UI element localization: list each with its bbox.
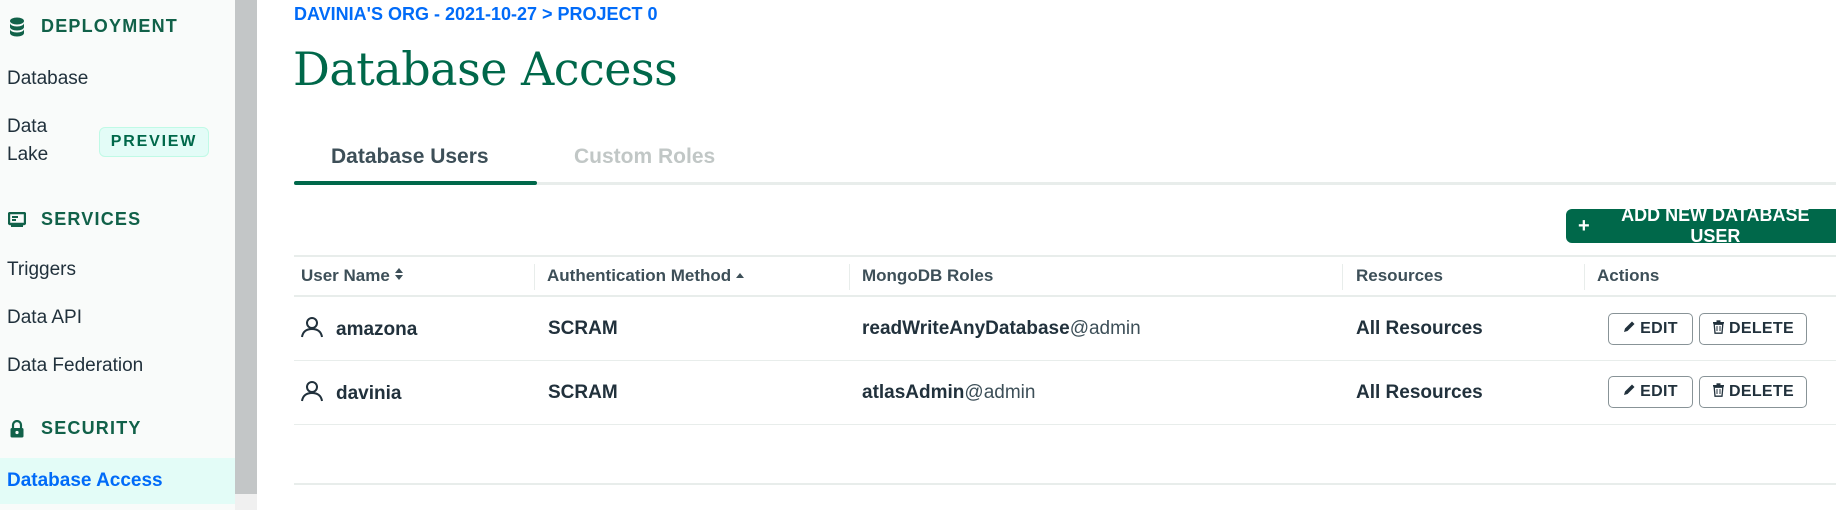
security-section-header: SECURITY: [7, 418, 142, 439]
mongodb-role: readWriteAnyDatabase @admin: [862, 318, 1141, 340]
header-auth-method[interactable]: Authentication Method: [547, 266, 745, 286]
page-title: Database Access: [293, 42, 678, 96]
column-divider: [1342, 264, 1343, 290]
deployment-label: DEPLOYMENT: [41, 16, 179, 36]
header-mongodb-roles: MongoDB Roles: [862, 266, 994, 285]
data-lake-line1: Data: [7, 116, 48, 137]
auth-method: SCRAM: [548, 318, 618, 340]
role-name: readWriteAnyDatabase: [862, 318, 1070, 339]
active-tab-indicator: [294, 181, 537, 185]
sort-ascending-icon: [735, 266, 745, 286]
database-icon: [7, 17, 27, 37]
sidebar-item-database-access[interactable]: Database Access: [0, 458, 235, 504]
row-divider: [294, 424, 1836, 425]
user-icon: [300, 380, 324, 408]
breadcrumb[interactable]: DAVINIA'S ORG - 2021-10-27 > PROJECT 0: [294, 4, 658, 25]
delete-button[interactable]: DELETE: [1699, 313, 1807, 345]
column-divider: [1584, 264, 1585, 290]
header-auth-method-label: Authentication Method: [547, 266, 732, 285]
header-resources: Resources: [1356, 266, 1443, 285]
resources-value: All Resources: [1356, 318, 1483, 339]
add-button-label: ADD NEW DATABASE USER: [1621, 205, 1810, 246]
pencil-icon: [1623, 383, 1636, 401]
delete-label: DELETE: [1729, 320, 1794, 337]
sidebar-item-data-federation[interactable]: Data Federation: [7, 355, 143, 377]
header-user-name[interactable]: User Name: [301, 266, 404, 286]
deployment-section-header: DEPLOYMENT: [7, 16, 178, 37]
trash-icon: [1712, 382, 1725, 402]
resources: All Resources: [1356, 318, 1483, 340]
sidebar-item-triggers[interactable]: Triggers: [7, 259, 76, 281]
data-lake-line2: Lake: [7, 144, 49, 165]
role-name: atlasAdmin: [862, 382, 965, 403]
table-top-border: [294, 255, 1836, 257]
table-row-user: davinia: [300, 380, 401, 408]
user-icon: [300, 316, 324, 344]
security-label: SECURITY: [41, 418, 142, 438]
add-new-database-user-button[interactable]: + ADD NEW DATABASE USER: [1566, 205, 1836, 246]
column-divider: [534, 264, 535, 290]
scrollbar-track: [235, 494, 257, 510]
role-db: @admin: [1069, 318, 1141, 339]
user-name: davinia: [336, 383, 402, 404]
preview-badge: PREVIEW: [99, 127, 209, 157]
role-db: @admin: [964, 382, 1036, 403]
table-row-user: amazona: [300, 316, 417, 344]
trash-icon: [1712, 319, 1725, 339]
sidebar-item-data-lake[interactable]: Data Lake: [7, 116, 48, 166]
table-bottom-border: [294, 483, 1836, 485]
auth-method: SCRAM: [548, 382, 618, 404]
edit-label: EDIT: [1640, 320, 1678, 337]
edit-label: EDIT: [1640, 383, 1678, 400]
delete-button[interactable]: DELETE: [1699, 376, 1807, 408]
edit-button[interactable]: EDIT: [1608, 376, 1693, 408]
pencil-icon: [1623, 320, 1636, 338]
services-section-header: SERVICES: [7, 209, 141, 230]
auth-method-value: SCRAM: [548, 382, 618, 403]
user-name: amazona: [336, 319, 418, 340]
header-user-name-label: User Name: [301, 266, 390, 285]
mongodb-role: atlasAdmin @admin: [862, 382, 1035, 404]
header-actions: Actions: [1597, 266, 1660, 285]
delete-label: DELETE: [1729, 383, 1794, 400]
sort-icon: [394, 266, 404, 286]
services-label: SERVICES: [41, 209, 142, 229]
column-divider: [849, 264, 850, 290]
row-divider: [294, 360, 1836, 361]
tab-database-users[interactable]: Database Users: [331, 145, 489, 169]
sidebar-scrollbar[interactable]: [235, 0, 257, 510]
lock-icon: [7, 419, 27, 439]
edit-button[interactable]: EDIT: [1608, 313, 1693, 345]
plus-icon: +: [1578, 214, 1590, 237]
services-icon: [7, 210, 27, 230]
tab-custom-roles[interactable]: Custom Roles: [574, 145, 715, 169]
sidebar: DEPLOYMENT Database Data Lake PREVIEW SE…: [0, 0, 235, 510]
resources: All Resources: [1356, 382, 1483, 404]
resources-value: All Resources: [1356, 382, 1483, 403]
table-header-border: [294, 295, 1836, 297]
sidebar-item-database[interactable]: Database: [7, 68, 88, 90]
sidebar-item-data-api[interactable]: Data API: [7, 307, 82, 329]
auth-method-value: SCRAM: [548, 318, 618, 339]
